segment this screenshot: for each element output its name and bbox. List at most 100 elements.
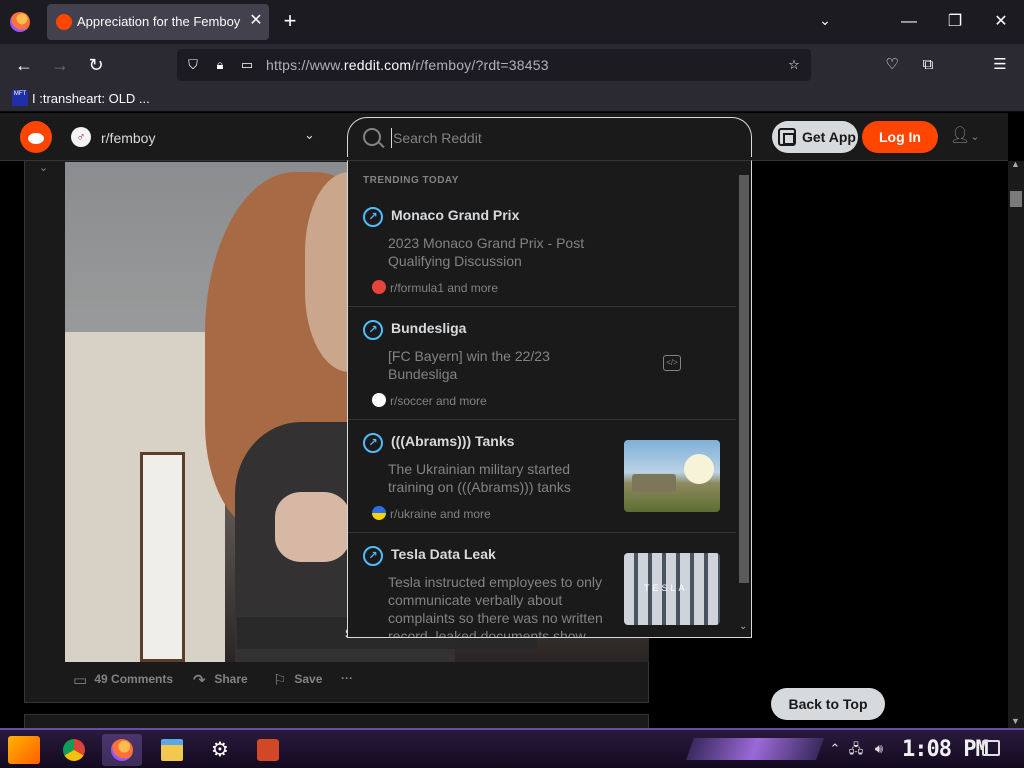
- file-explorer-icon: [161, 739, 183, 761]
- share-button[interactable]: ↷ Share: [193, 671, 248, 695]
- extensions-icon[interactable]: ⧉: [916, 53, 940, 77]
- dropdown-scroll-thumb[interactable]: [739, 175, 749, 583]
- comments-button[interactable]: ▭ 49 Comments: [73, 671, 173, 695]
- trending-item[interactable]: ↗ Tesla Data Leak Tesla instructed emplo…: [348, 533, 736, 638]
- scroll-down-icon[interactable]: ▼: [1011, 716, 1020, 726]
- subreddit-icon: ♂: [71, 127, 91, 147]
- scroll-up-icon[interactable]: ▲: [1011, 159, 1020, 169]
- comment-icon: ▭: [73, 672, 88, 689]
- reload-icon[interactable]: ↻: [84, 53, 108, 77]
- notification-icon[interactable]: [982, 740, 1000, 756]
- url-prefix: https://www.: [266, 57, 344, 73]
- url-path: /r/femboy/?rdt=38453: [411, 57, 549, 73]
- bookmarks-toolbar: MFT I :transheart: OLD ...: [0, 86, 1024, 112]
- pocket-icon[interactable]: ♡: [880, 53, 904, 77]
- tesla-thumbnail[interactable]: [624, 553, 720, 625]
- trending-arrow-icon: ↗: [363, 320, 383, 340]
- trending-title: Tesla Data Leak: [391, 546, 496, 562]
- scroll-down-icon[interactable]: ⌄: [739, 621, 747, 632]
- next-post-card[interactable]: [24, 714, 649, 728]
- window-close-button[interactable]: ✕: [978, 0, 1024, 44]
- taskbar: ⚙ ⌃ 🖧︎ 🔊︎ 1:08 PM: [0, 728, 1024, 768]
- save-label: Save: [294, 672, 323, 687]
- trending-item[interactable]: ↗ (((Abrams))) Tanks The Ukrainian milit…: [348, 420, 736, 533]
- trending-item[interactable]: ↗ Monaco Grand Prix 2023 Monaco Grand Pr…: [348, 194, 736, 307]
- back-to-top-button[interactable]: Back to Top: [771, 688, 885, 720]
- volume-icon[interactable]: 🔊︎: [870, 740, 888, 758]
- forward-arrow-icon[interactable]: →: [48, 53, 72, 77]
- tab-close-button[interactable]: ✕: [246, 11, 266, 31]
- taskbar-clock[interactable]: 1:08 PM: [902, 737, 989, 762]
- show-hidden-icons-icon[interactable]: ⌃: [826, 740, 844, 758]
- bookmark-favicon-icon: MFT: [12, 90, 28, 106]
- subreddit-name[interactable]: r/femboy: [101, 130, 155, 146]
- save-button[interactable]: ⚐ Save: [273, 671, 322, 695]
- trending-source: r/formula1 and more: [372, 280, 498, 295]
- trending-arrow-icon: ↗: [363, 546, 383, 566]
- embed-icon[interactable]: </>: [663, 355, 681, 371]
- taskbar-app-powerpoint[interactable]: [248, 734, 288, 766]
- image-person-hand: [275, 492, 350, 562]
- trending-heading: TRENDING TODAY: [363, 175, 459, 186]
- search-box[interactable]: [347, 117, 752, 157]
- formula1-icon: [372, 280, 386, 294]
- address-bar[interactable]: ⛉ 🔒︎ ▭ https://www.reddit.com/r/femboy/?…: [177, 49, 811, 81]
- network-icon[interactable]: 🖧︎: [847, 740, 865, 758]
- reddit-favicon-icon: [56, 14, 72, 30]
- tab-title: Appreciation for the Femboy: [77, 14, 241, 29]
- permissions-icon[interactable]: ▭: [239, 57, 255, 73]
- browser-tab-bar: Appreciation for the Femboy ✕ + ⌄ — ❐ ✕: [0, 0, 1024, 44]
- share-label: Share: [214, 672, 248, 687]
- url-domain: reddit.com: [343, 57, 412, 73]
- trending-item[interactable]: ↗ Bundesliga [FC Bayern] win the 22/23 B…: [348, 307, 736, 420]
- trending-source: r/soccer and more: [372, 393, 487, 408]
- tracking-shield-icon[interactable]: ⛉: [185, 57, 201, 73]
- trending-source: r/ukraine and more: [372, 506, 491, 521]
- minimize-button[interactable]: —: [886, 0, 932, 44]
- dropdown-scrollbar[interactable]: ⌄: [736, 161, 751, 637]
- trending-description: Tesla instructed employees to only commu…: [388, 574, 603, 638]
- menu-icon[interactable]: ☰: [988, 53, 1012, 77]
- url-text[interactable]: https://www.reddit.com/r/femboy/?rdt=384…: [266, 57, 549, 73]
- bookmark-item[interactable]: I :transheart: OLD ...: [32, 91, 150, 106]
- reddit-logo-icon[interactable]: [20, 121, 52, 153]
- list-all-tabs-button[interactable]: ⌄: [815, 12, 835, 32]
- firefox-logo-icon[interactable]: [10, 12, 30, 32]
- taskbar-app-settings[interactable]: ⚙: [200, 734, 240, 766]
- restore-button[interactable]: ❐: [932, 0, 978, 44]
- more-options-button[interactable]: ···: [341, 671, 353, 695]
- user-menu[interactable]: 👤︎⌄: [950, 125, 990, 149]
- new-tab-button[interactable]: +: [279, 10, 301, 32]
- back-arrow-icon[interactable]: ←: [12, 53, 36, 77]
- chevron-down-icon: ⌄: [970, 131, 980, 143]
- start-button[interactable]: [8, 736, 40, 764]
- taskbar-app-firefox[interactable]: [102, 734, 142, 766]
- bookmark-icon: ⚐: [273, 672, 287, 689]
- search-dropdown: TRENDING TODAY ↗ Monaco Grand Prix 2023 …: [347, 160, 752, 638]
- get-app-button[interactable]: Get App: [772, 121, 858, 153]
- trending-source-label: r/soccer and more: [390, 394, 487, 408]
- tank-thumbnail[interactable]: [624, 440, 720, 512]
- lock-icon[interactable]: 🔒︎: [212, 57, 228, 73]
- search-input[interactable]: [391, 128, 721, 148]
- trending-description: The Ukrainian military started training …: [388, 461, 571, 495]
- reddit-page: ⌄ SEE FU ▭ 49 Comments ↷ Share ⚐ Save ··…: [0, 113, 1024, 728]
- chevron-down-icon[interactable]: ⌄: [304, 127, 315, 143]
- taskbar-decoration: [685, 738, 825, 760]
- login-button[interactable]: Log In: [862, 121, 938, 153]
- trending-source-label: r/formula1 and more: [390, 281, 499, 295]
- soccer-ball-icon: [372, 393, 386, 407]
- image-door: [140, 452, 185, 662]
- trending-description: 2023 Monaco Grand Prix - Post Qualifying…: [388, 235, 585, 269]
- trending-title: (((Abrams))) Tanks: [391, 433, 515, 449]
- reddit-header: ♂ r/femboy ⌄ Get App Log In 👤︎⌄: [0, 113, 1008, 161]
- page-scroll-thumb[interactable]: [1010, 191, 1022, 207]
- taskbar-app-chrome[interactable]: [54, 734, 94, 766]
- downvote-icon[interactable]: ⌄: [39, 161, 48, 174]
- page-scrollbar[interactable]: ▲ ▼: [1008, 159, 1024, 728]
- bookmark-star-icon[interactable]: ☆: [786, 57, 802, 73]
- taskbar-app-explorer[interactable]: [152, 734, 192, 766]
- browser-tab[interactable]: Appreciation for the Femboy ✕: [47, 4, 269, 40]
- firefox-icon: [111, 739, 133, 761]
- chrome-icon: [63, 739, 85, 761]
